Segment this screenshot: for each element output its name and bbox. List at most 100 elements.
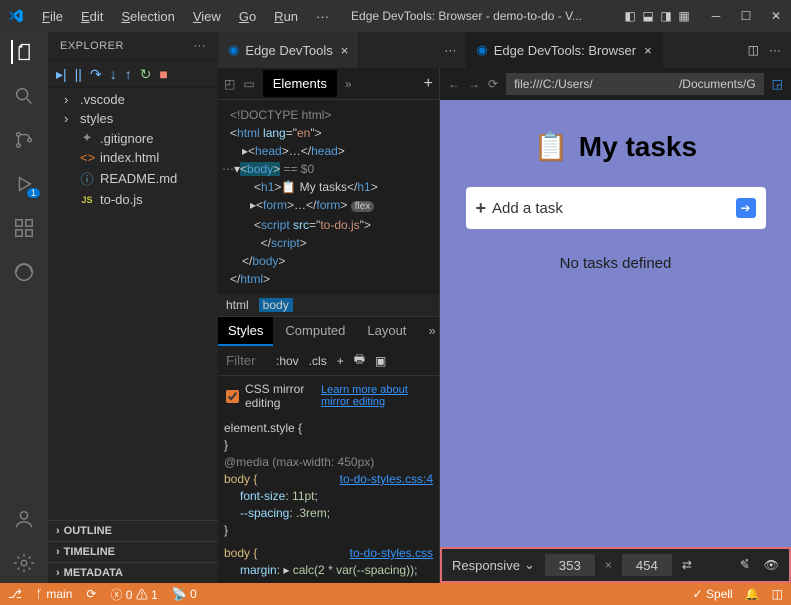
rotate-icon[interactable]: ⇄ — [682, 558, 692, 572]
section-metadata[interactable]: ›METADATA — [48, 562, 218, 583]
close-icon[interactable]: × — [341, 43, 349, 58]
layout-bottom-icon[interactable]: ⬓ — [641, 9, 655, 23]
height-input[interactable] — [622, 554, 672, 576]
explorer-icon[interactable] — [11, 40, 35, 64]
back-icon[interactable]: ← — [448, 77, 460, 91]
submit-task-icon[interactable]: ➔ — [736, 198, 756, 218]
mirror-row: CSS mirror editing Learn more about mirr… — [218, 376, 439, 416]
edge-tools-icon[interactable] — [12, 260, 36, 284]
mirror-label: CSS mirror editing — [245, 382, 315, 410]
device-icon[interactable]: ▭ — [243, 77, 254, 91]
styles-filter-row: :hov .cls + 🖶 ▣ — [218, 346, 439, 376]
layout-right-icon[interactable]: ◨ — [659, 9, 673, 23]
source-control-icon[interactable] — [12, 128, 36, 152]
menu-go[interactable]: Go — [231, 5, 264, 28]
tree-file-readme[interactable]: ⓘREADME.md — [48, 167, 218, 190]
inspect-icon[interactable]: ◰ — [224, 77, 235, 91]
tree-file-todo[interactable]: JSto-do.js — [48, 190, 218, 209]
debug-step-into-icon[interactable]: ↓ — [110, 66, 117, 82]
magic-icon[interactable]: ✎̽ — [740, 558, 750, 572]
layout-grid-icon[interactable]: ▦ — [677, 9, 691, 23]
tab-browser[interactable]: ◉ Edge DevTools: Browser × — [466, 32, 662, 68]
add-tab-icon[interactable]: + — [424, 75, 433, 93]
debug-restart-icon[interactable]: ↻ — [140, 66, 152, 83]
menu-selection[interactable]: Selection — [113, 5, 182, 28]
open-devtools-icon[interactable]: ◲ — [772, 77, 783, 91]
mirror-checkbox[interactable] — [226, 390, 239, 403]
close-button[interactable]: ✕ — [769, 9, 783, 23]
reload-icon[interactable]: ⟳ — [488, 77, 498, 91]
add-task-input[interactable]: + Add a task ➔ — [466, 187, 766, 229]
empty-state: No tasks defined — [560, 255, 672, 272]
layout-left-icon[interactable]: ◧ — [623, 9, 637, 23]
menu-overflow[interactable]: ··· — [308, 5, 337, 28]
debug-pause-icon[interactable]: || — [75, 66, 82, 82]
account-icon[interactable] — [12, 507, 36, 531]
forward-icon[interactable]: → — [468, 77, 480, 91]
styles-filter-input[interactable] — [226, 353, 266, 368]
title-bar: File Edit Selection View Go Run ··· Edge… — [0, 0, 791, 32]
minimize-button[interactable]: ─ — [709, 9, 723, 23]
run-debug-icon[interactable]: 1 — [12, 172, 36, 196]
settings-gear-icon[interactable] — [12, 551, 36, 575]
plus-icon: + — [476, 198, 487, 219]
tab-devtools[interactable]: ◉ Edge DevTools × — [218, 32, 359, 68]
more-tabs-icon[interactable]: » — [345, 77, 352, 91]
section-timeline[interactable]: ›TIMELINE — [48, 541, 218, 562]
mirror-link[interactable]: Learn more about mirror editing — [321, 384, 431, 408]
print-icon[interactable]: 🖶 — [354, 350, 365, 371]
tree-file-index[interactable]: <>index.html — [48, 148, 218, 167]
edge-icon: ◉ — [228, 42, 239, 58]
search-icon[interactable] — [12, 84, 36, 108]
branch-indicator[interactable]: ᚶ main — [36, 587, 73, 601]
tree-folder-vscode[interactable]: ›.vscode — [48, 90, 218, 109]
debug-step-over-icon[interactable]: ↷ — [90, 66, 102, 83]
close-icon[interactable]: × — [644, 43, 652, 58]
debug-continue-icon[interactable]: ▸| — [56, 66, 67, 83]
remote-icon[interactable]: ⎇ — [8, 587, 22, 601]
dom-tree[interactable]: <!DOCTYPE html> <html lang="en"> ▸<head>… — [218, 100, 439, 294]
split-editor-icon[interactable]: ◫ — [748, 43, 759, 57]
section-outline[interactable]: ›OUTLINE — [48, 520, 218, 541]
ports-indicator[interactable]: 📡 0 — [172, 587, 197, 601]
menu-run[interactable]: Run — [266, 5, 306, 28]
task-placeholder: Add a task — [492, 200, 735, 217]
clipboard-icon: 📋 — [534, 130, 569, 163]
new-rule-icon[interactable]: + — [337, 354, 344, 368]
tab-more-icon[interactable]: ··· — [769, 43, 781, 57]
menu-file[interactable]: File — [34, 5, 71, 28]
explorer-sidebar: EXPLORER ··· ▸| || ↷ ↓ ↑ ↻ ■ ›.vscode ›s… — [48, 32, 218, 583]
cls-toggle[interactable]: .cls — [309, 354, 327, 368]
problems-indicator[interactable]: ⓧ 0 ⚠ 1 — [110, 586, 157, 603]
menu-view[interactable]: View — [185, 5, 229, 28]
dom-breadcrumb[interactable]: html body — [218, 294, 439, 316]
file-tree: ›.vscode ›styles ✦.gitignore <>index.htm… — [48, 88, 218, 520]
visibility-icon[interactable]: 👁 — [764, 558, 779, 572]
css-rules[interactable]: element.style { } @media (max-width: 450… — [218, 416, 439, 583]
status-more-icon[interactable]: ◫ — [772, 587, 783, 601]
explorer-more-icon[interactable]: ··· — [194, 40, 207, 52]
activity-bar: 1 — [0, 32, 48, 583]
sync-icon[interactable]: ⟳ — [86, 587, 96, 601]
menu-edit[interactable]: Edit — [73, 5, 111, 28]
tree-folder-styles[interactable]: ›styles — [48, 109, 218, 128]
debug-step-out-icon[interactable]: ↑ — [125, 66, 132, 82]
elements-tab[interactable]: Elements — [263, 70, 337, 97]
extensions-icon[interactable] — [12, 216, 36, 240]
editor-tabs: ◉ Edge DevTools × ··· ◉ Edge DevTools: B… — [218, 32, 791, 68]
box-model-icon[interactable]: ▣ — [375, 354, 386, 368]
notifications-icon[interactable]: 🔔 — [745, 587, 760, 601]
maximize-button[interactable]: ☐ — [739, 9, 753, 23]
width-input[interactable] — [545, 554, 595, 576]
tab-more-icon[interactable]: ··· — [444, 43, 456, 57]
url-bar[interactable]: file:///C:/Users/ /Documents/G — [506, 73, 764, 95]
tree-file-gitignore[interactable]: ✦.gitignore — [48, 128, 218, 148]
computed-tab[interactable]: Computed — [275, 317, 355, 346]
responsive-dropdown[interactable]: Responsive⌄ — [452, 557, 535, 573]
styles-tab[interactable]: Styles — [218, 317, 273, 346]
debug-stop-icon[interactable]: ■ — [159, 66, 167, 82]
more-styles-icon[interactable]: » — [418, 317, 440, 346]
hov-toggle[interactable]: :hov — [276, 354, 299, 368]
spell-indicator[interactable]: ✓ Spell — [693, 587, 733, 601]
layout-tab[interactable]: Layout — [357, 317, 416, 346]
